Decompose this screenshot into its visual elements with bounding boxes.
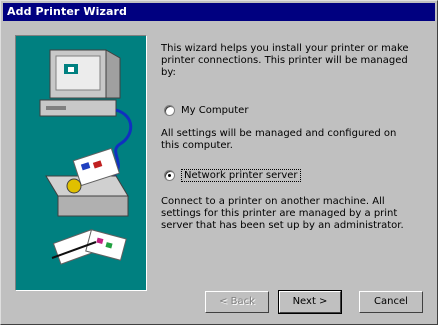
intro-text: This wizard helps you install your print… bbox=[161, 43, 409, 78]
my-computer-option[interactable]: My Computer bbox=[164, 105, 248, 116]
my-computer-label[interactable]: My Computer bbox=[181, 105, 248, 116]
computer-printer-illustration bbox=[39, 49, 133, 265]
network-printer-server-description: Connect to a printer on another machine.… bbox=[161, 196, 404, 231]
wizard-illustration bbox=[15, 35, 147, 291]
network-printer-server-radio[interactable] bbox=[164, 170, 175, 181]
next-button[interactable]: Next > bbox=[278, 290, 342, 314]
my-computer-description: All settings will be managed and configu… bbox=[161, 128, 397, 151]
cancel-button[interactable]: Cancel bbox=[359, 291, 423, 313]
network-printer-server-option[interactable]: Network printer server bbox=[164, 169, 301, 182]
window-title: Add Printer Wizard bbox=[7, 5, 127, 18]
my-computer-radio[interactable] bbox=[164, 105, 175, 116]
back-button[interactable]: < Back bbox=[205, 291, 269, 313]
wizard-window: Add Printer Wizard This wizard helps you… bbox=[0, 0, 438, 325]
network-printer-server-label[interactable]: Network printer server bbox=[181, 169, 301, 182]
title-bar[interactable]: Add Printer Wizard bbox=[3, 3, 435, 21]
